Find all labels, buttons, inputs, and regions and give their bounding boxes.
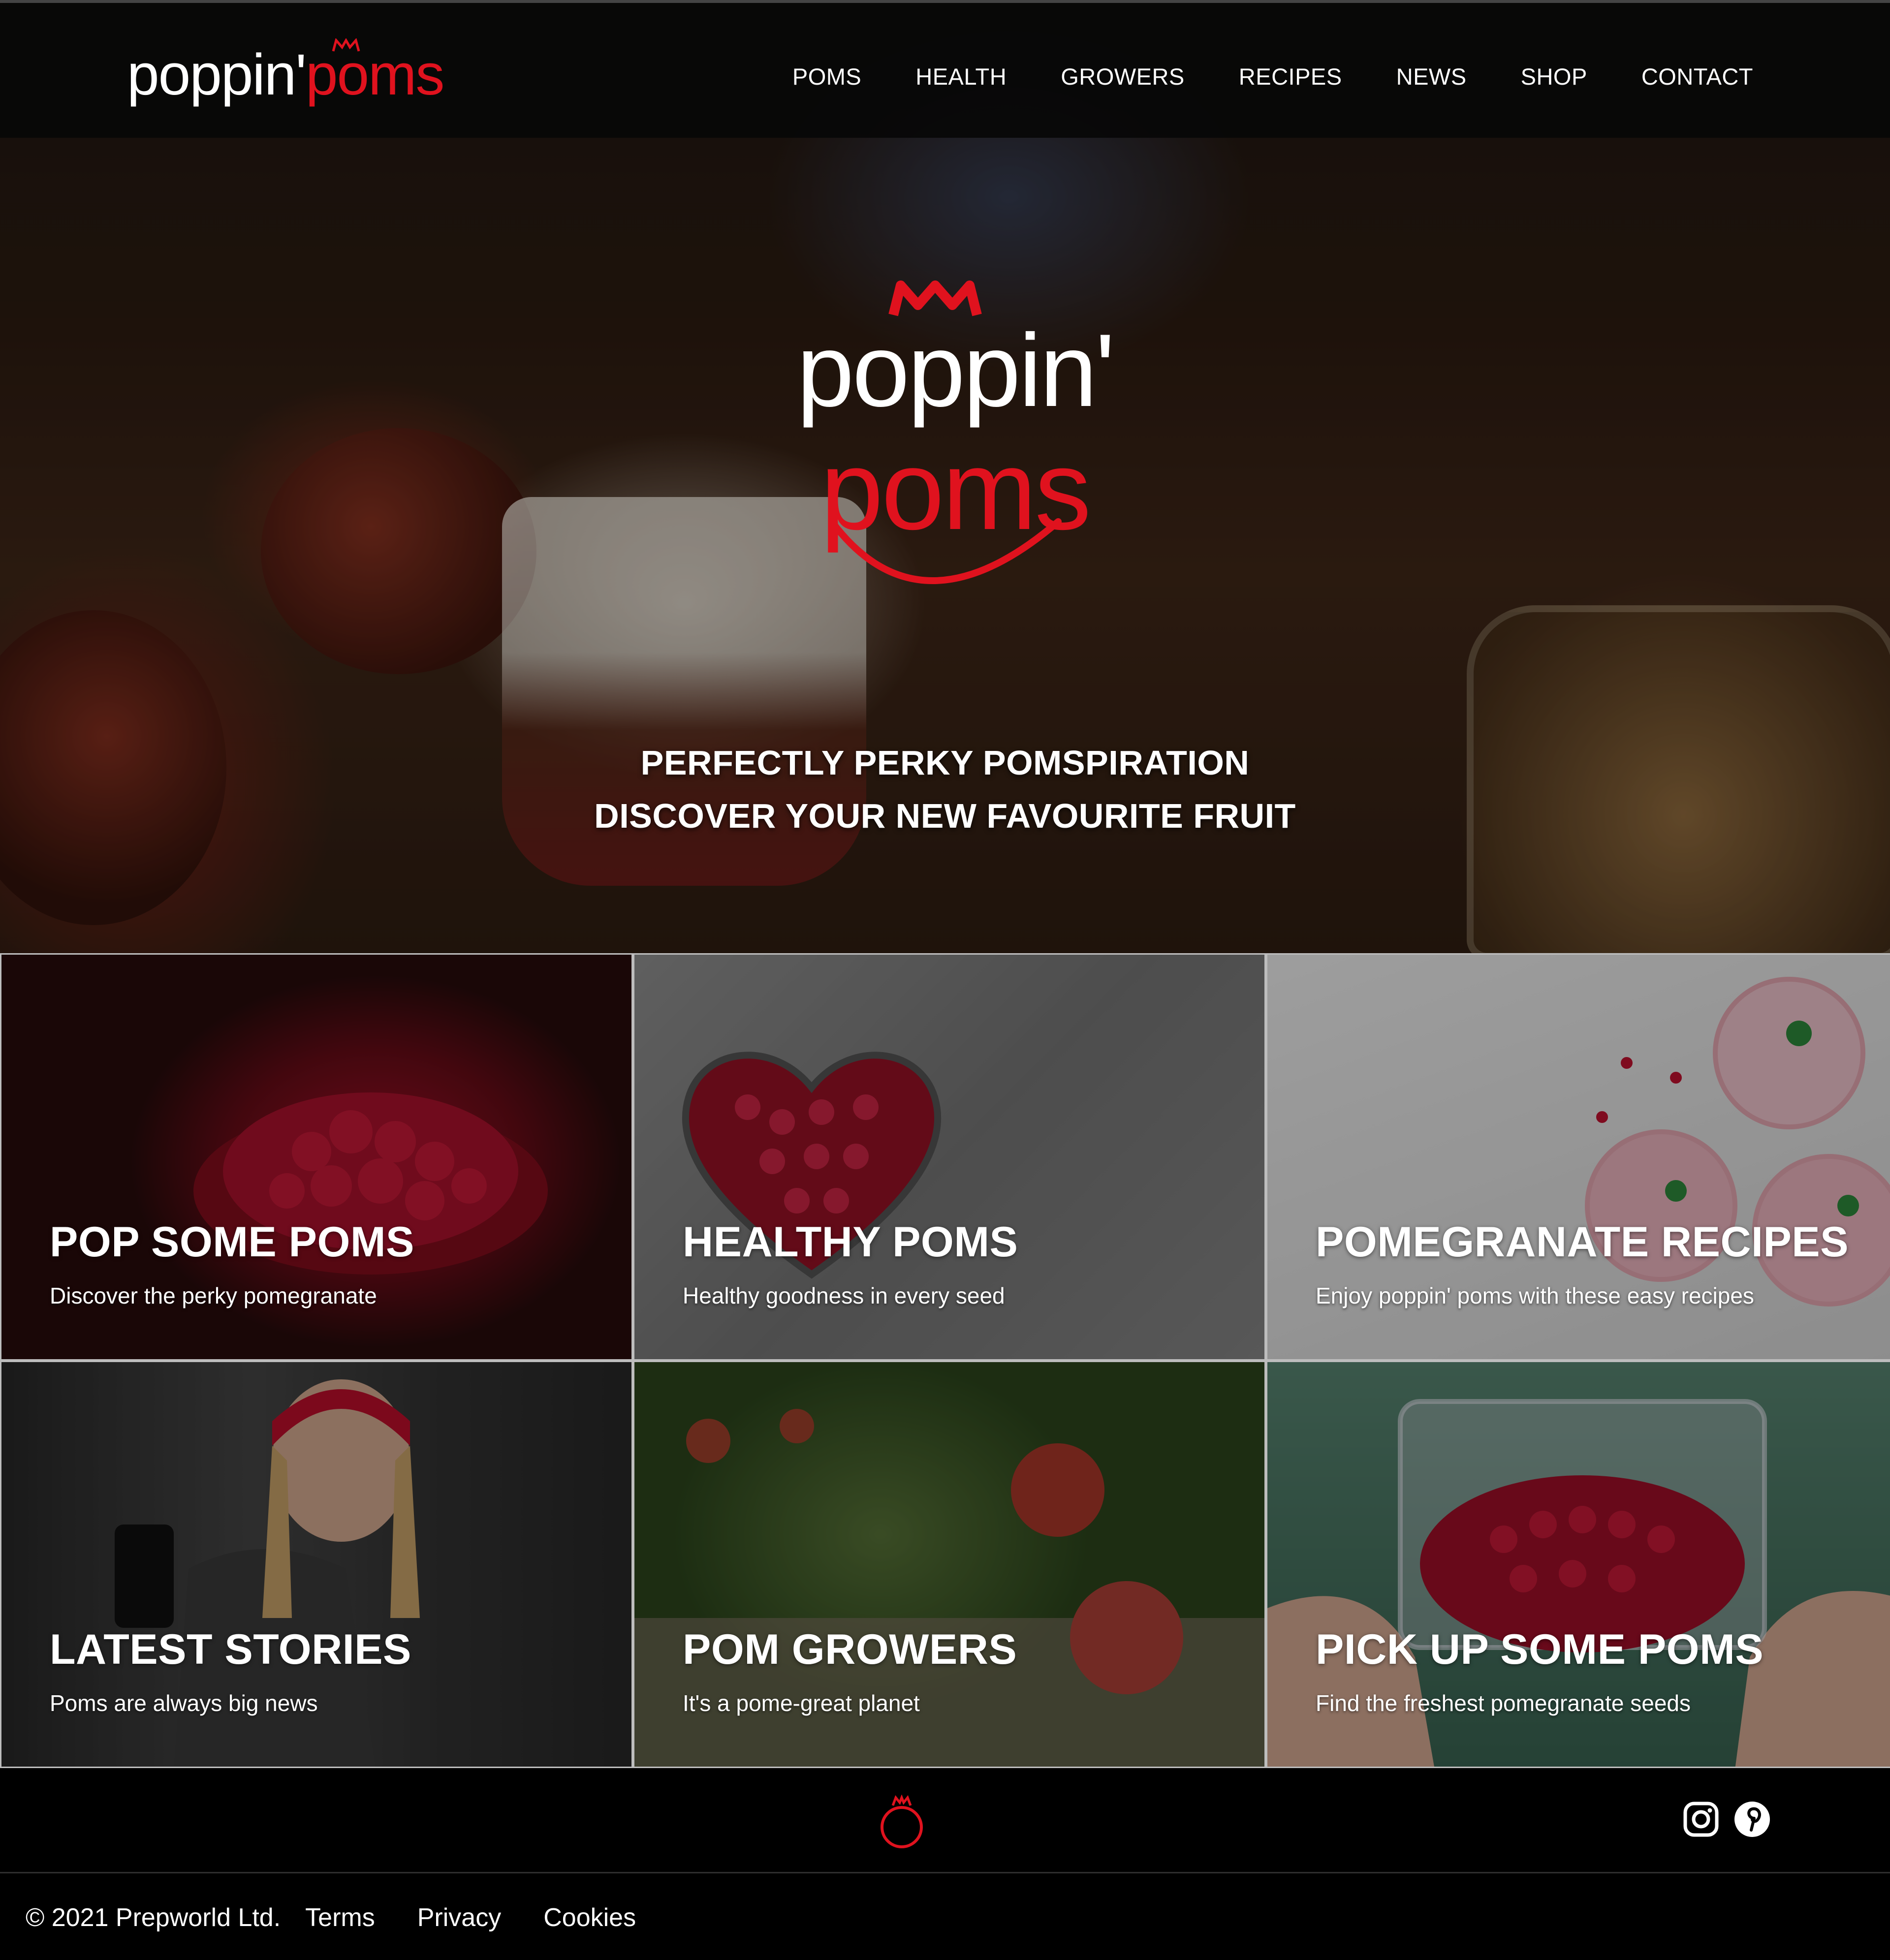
crown-icon	[332, 38, 360, 52]
hero-logo-text-white: poppin'	[797, 312, 1113, 428]
tile-title: HEALTHY POMS	[683, 1218, 1018, 1266]
footer-link-terms[interactable]: Terms	[305, 1903, 375, 1932]
tile-subtitle: Poms are always big news	[50, 1690, 318, 1716]
main-nav: POMS HEALTH GROWERS RECIPES NEWS SHOP CO…	[792, 58, 1753, 95]
site-header: poppin'poms POMS HEALTH GROWERS RECIPES …	[0, 0, 1890, 138]
tile-pop-some-poms[interactable]: POP SOME POMS Discover the perky pomegra…	[0, 953, 633, 1361]
footer-link-privacy[interactable]: Privacy	[417, 1903, 501, 1932]
hero-section: poppin' poms PERFECTLY PERKY POMSPIRATIO…	[0, 0, 1890, 953]
footer-bottom: © 2021 Prepworld Ltd. Terms Privacy Cook…	[0, 1875, 1890, 1960]
nav-item-poms[interactable]: POMS	[792, 58, 861, 95]
tile-pomegranate-recipes[interactable]: POMEGRANATE RECIPES Enjoy poppin' poms w…	[1266, 953, 1890, 1361]
nav-item-news[interactable]: NEWS	[1396, 58, 1467, 95]
hero-tagline-2: DISCOVER YOUR NEW FAVOURITE FRUIT	[594, 797, 1296, 835]
hero-tagline-1: PERFECTLY PERKY POMSPIRATION	[640, 744, 1250, 782]
logo-text-red: poms	[305, 42, 445, 107]
tile-pick-up-some-poms[interactable]: PICK UP SOME POMS Find the freshest pome…	[1266, 1361, 1890, 1768]
nav-item-growers[interactable]: GROWERS	[1061, 58, 1185, 95]
nav-item-contact[interactable]: CONTACT	[1641, 58, 1753, 95]
tile-latest-stories[interactable]: LATEST STORIES Poms are always big news	[0, 1361, 633, 1768]
tile-pom-growers[interactable]: POM GROWERS It's a pome-great planet	[633, 1361, 1266, 1768]
instagram-icon[interactable]	[1682, 1801, 1720, 1838]
logo-text-white: poppin'	[127, 42, 307, 107]
footer-top	[0, 1770, 1890, 1873]
tile-title: LATEST STORIES	[50, 1626, 411, 1673]
tile-title: POP SOME POMS	[50, 1218, 414, 1266]
tile-subtitle: Enjoy poppin' poms with these easy recip…	[1316, 1283, 1754, 1308]
tile-title: POM GROWERS	[683, 1626, 1017, 1673]
footer-link-cookies[interactable]: Cookies	[543, 1903, 636, 1932]
pomegranate-icon[interactable]	[877, 1795, 926, 1849]
hero-logo: poppin' poms	[797, 280, 1115, 584]
tile-title: POMEGRANATE RECIPES	[1316, 1218, 1849, 1266]
feature-tiles: POP SOME POMS Discover the perky pomegra…	[0, 953, 1890, 1770]
tile-subtitle: Find the freshest pomegranate seeds	[1316, 1690, 1691, 1716]
tile-subtitle: Discover the perky pomegranate	[50, 1283, 377, 1308]
tile-subtitle: Healthy goodness in every seed	[683, 1283, 1005, 1308]
copyright-text: © 2021 Prepworld Ltd.	[26, 1903, 281, 1932]
nav-item-recipes[interactable]: RECIPES	[1239, 58, 1342, 95]
tile-subtitle: It's a pome-great planet	[683, 1690, 920, 1716]
header-logo[interactable]: poppin'poms	[127, 35, 444, 114]
pinterest-icon[interactable]	[1733, 1801, 1771, 1838]
tile-title: PICK UP SOME POMS	[1316, 1626, 1764, 1673]
nav-item-health[interactable]: HEALTH	[915, 58, 1007, 95]
tile-healthy-poms[interactable]: HEALTHY POMS Healthy goodness in every s…	[633, 953, 1266, 1361]
nav-item-shop[interactable]: SHOP	[1521, 58, 1587, 95]
hero-logo-text-red: poms	[820, 427, 1089, 553]
